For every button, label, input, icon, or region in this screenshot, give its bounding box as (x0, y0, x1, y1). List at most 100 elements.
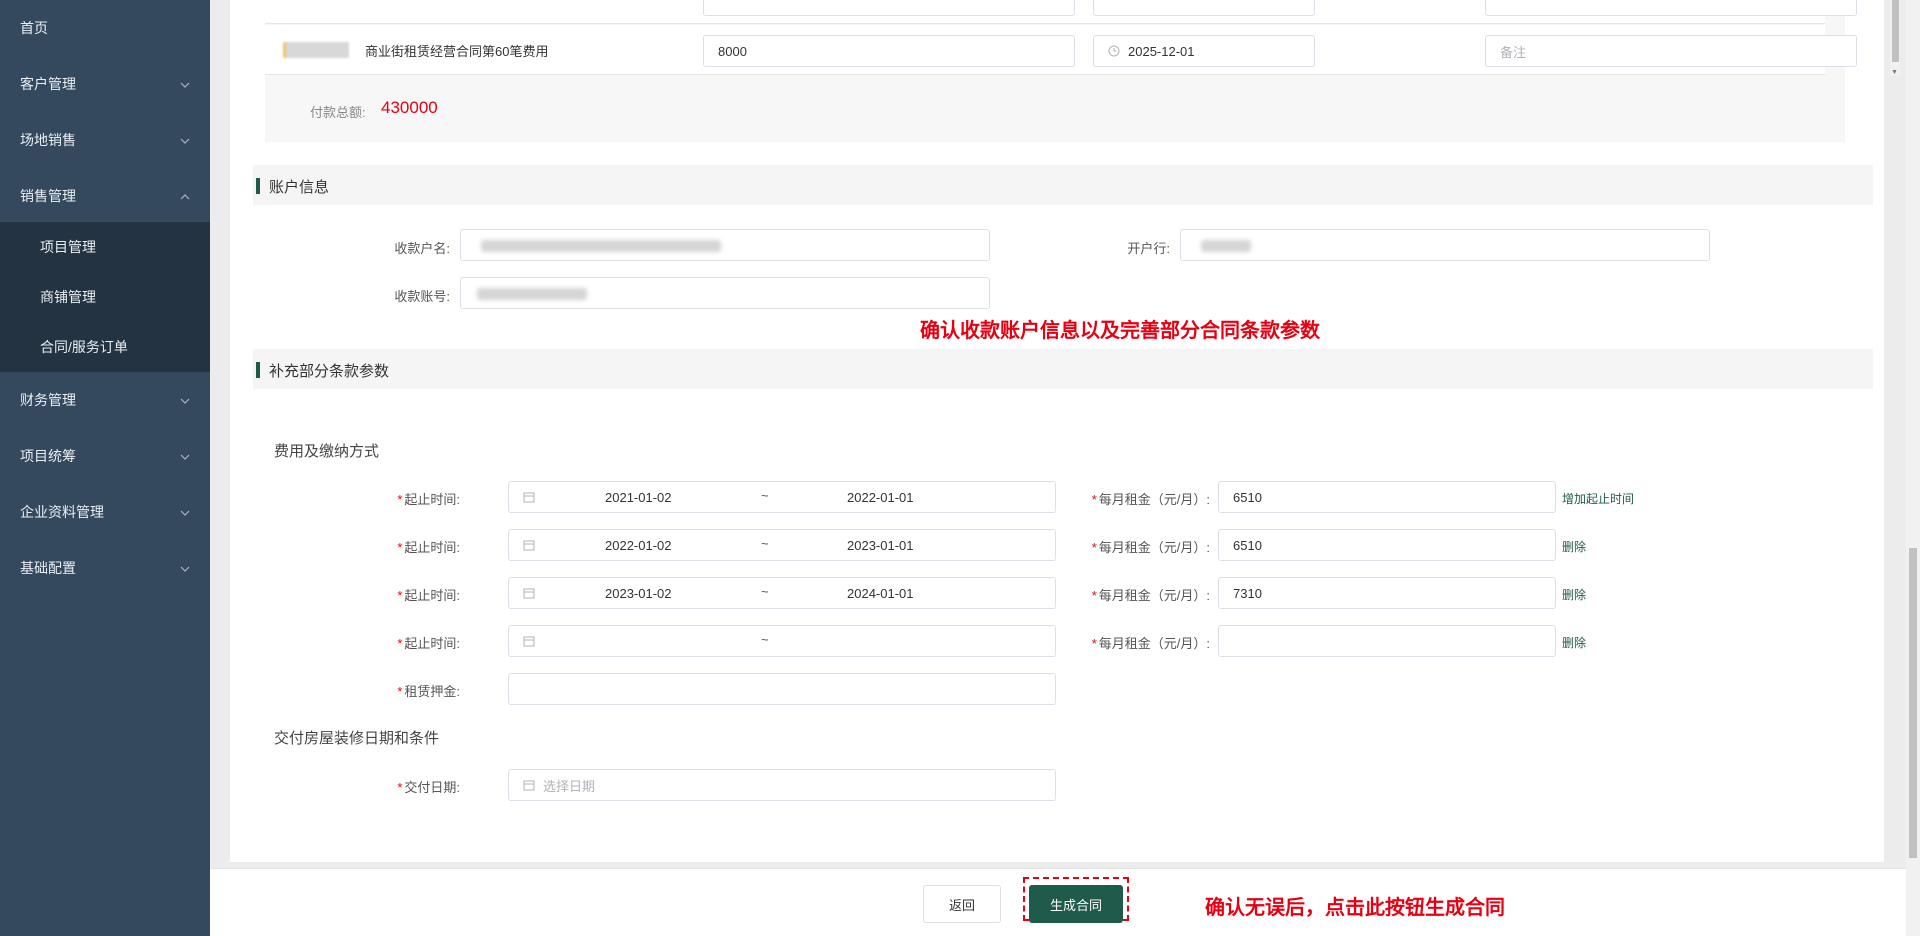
generate-contract-button[interactable]: 生成合同 (1029, 885, 1123, 923)
sidebar-item-project-coordination[interactable]: 项目统筹 (0, 428, 210, 484)
range-separator: ~ (761, 536, 769, 551)
sidebar-item-label: 客户管理 (20, 76, 76, 92)
sidebar-item-label: 企业资料管理 (20, 504, 104, 520)
payment-table: 商业街租赁经营合同第60笔费用 8000 2025-12-01 备注 ▼ 付款总… (265, 0, 1900, 142)
section-marker (256, 178, 260, 194)
amount-input[interactable]: 8000 (703, 35, 1075, 67)
page-scrollbar-thumb[interactable] (1909, 548, 1917, 858)
chevron-down-icon (180, 564, 190, 574)
calendar-icon (523, 587, 535, 599)
period-label: * 起止时间: (397, 588, 460, 603)
rent-value: 6510 (1233, 489, 1262, 505)
sidebar-subitem-label: 合同/服务订单 (40, 339, 128, 355)
range-end: 2024-01-01 (847, 586, 914, 601)
remark-input[interactable] (1485, 0, 1857, 16)
range-separator: ~ (761, 488, 769, 503)
chevron-down-icon (180, 452, 190, 462)
sidebar-item-finance[interactable]: 财务管理 (0, 372, 210, 428)
period-label: * 起止时间: (397, 636, 460, 651)
sidebar-item-venue-sales[interactable]: 场地销售 (0, 112, 210, 168)
section-account-info: 账户信息 (253, 165, 1873, 205)
period-label: * 起止时间: (397, 492, 460, 507)
sidebar-subitem-contract[interactable]: 合同/服务订单 (0, 322, 210, 372)
sidebar-item-customer[interactable]: 客户管理 (0, 56, 210, 112)
range-start: 2023-01-02 (605, 586, 672, 601)
bank-label: 开户行: (1127, 241, 1170, 256)
account-no-input[interactable] (460, 277, 990, 309)
date-input[interactable]: 2025-12-01 (1093, 35, 1315, 67)
delivery-date-placeholder: 选择日期 (543, 778, 596, 794)
deposit-label: * 租赁押金: (397, 684, 460, 699)
period-range-input[interactable]: 2022-01-02 ~ 2023-01-01 (508, 529, 1056, 561)
period-range-input[interactable]: 2021-01-02 ~ 2022-01-01 (508, 481, 1056, 513)
rent-value: 6510 (1233, 537, 1262, 553)
blurred-value (481, 240, 721, 252)
date-value: 2025-12-01 (1128, 43, 1195, 59)
payee-name-input[interactable] (460, 229, 990, 261)
blurred-value (477, 288, 587, 300)
section-supplement: 补充部分条款参数 (253, 349, 1873, 389)
scrollbar-thumb[interactable] (1892, 0, 1899, 62)
annotation-account: 确认收款账户信息以及完善部分合同条款参数 (920, 318, 1320, 342)
blurred-value (1201, 240, 1251, 252)
chevron-up-icon (180, 192, 190, 202)
delivery-date-picker[interactable]: 选择日期 (508, 769, 1056, 801)
deposit-input[interactable] (508, 673, 1056, 705)
delete-link[interactable]: 删除 (1562, 538, 1586, 555)
sidebar-subitem-project[interactable]: 项目管理 (0, 222, 210, 272)
sidebar-item-home[interactable]: 首页 (0, 0, 210, 56)
account-no-label: 收款账号: (394, 289, 450, 304)
sidebar-item-basic-config[interactable]: 基础配置 (0, 540, 210, 596)
rent-label: * 每月租金（元/月）: (1091, 540, 1210, 555)
range-end: 2022-01-01 (847, 490, 914, 505)
add-period-link[interactable]: 增加起止时间 (1562, 490, 1634, 507)
remark-input[interactable]: 备注 (1485, 35, 1857, 67)
sidebar-item-label: 财务管理 (20, 392, 76, 408)
rent-input[interactable]: 6510 (1218, 481, 1556, 513)
section-title: 账户信息 (269, 179, 330, 196)
period-label: * 起止时间: (397, 540, 460, 555)
rent-input[interactable]: 6510 (1218, 529, 1556, 561)
bank-input[interactable] (1180, 229, 1710, 261)
sidebar-subitem-shop[interactable]: 商铺管理 (0, 272, 210, 322)
table-row (265, 0, 1857, 24)
project-logo (283, 42, 349, 58)
form-panel: 商业街租赁经营合同第60笔费用 8000 2025-12-01 备注 ▼ 付款总… (230, 0, 1900, 862)
chevron-down-icon (180, 508, 190, 518)
period-range-input[interactable]: ~ (508, 625, 1056, 657)
delete-link[interactable]: 删除 (1562, 634, 1586, 651)
chevron-down-icon (180, 80, 190, 90)
back-button[interactable]: 返回 (923, 885, 1001, 923)
chevron-down-icon (180, 136, 190, 146)
rent-input[interactable] (1218, 625, 1556, 657)
total-value: 430000 (381, 98, 438, 117)
payee-name-label: 收款户名: (394, 241, 450, 256)
main-content: 商业街租赁经营合同第60笔费用 8000 2025-12-01 备注 ▼ 付款总… (210, 0, 1910, 936)
table-row: 商业街租赁经营合同第60笔费用 8000 2025-12-01 备注 (265, 25, 1857, 75)
sidebar-item-label: 销售管理 (20, 188, 76, 204)
period-range-input[interactable]: 2023-01-02 ~ 2024-01-01 (508, 577, 1056, 609)
calendar-icon (523, 635, 535, 647)
rent-label: * 每月租金（元/月）: (1091, 636, 1210, 651)
delivery-date-label: * 交付日期: (397, 780, 460, 795)
section-marker (256, 362, 260, 378)
page-scrollbar[interactable] (1906, 0, 1920, 936)
rent-input[interactable]: 7310 (1218, 577, 1556, 609)
scroll-down-arrow-icon[interactable]: ▼ (1891, 69, 1898, 76)
sidebar: 首页 客户管理 场地销售 销售管理 项目管理 商铺管理 合同/服务订单 财务管理… (0, 0, 210, 936)
table-scrollbar[interactable]: ▼ (1890, 0, 1900, 76)
range-end: 2023-01-01 (847, 538, 914, 553)
range-start: 2021-01-02 (605, 490, 672, 505)
rent-value: 7310 (1233, 585, 1262, 601)
rent-label: * 每月租金（元/月）: (1091, 492, 1210, 507)
rent-label: * 每月租金（元/月）: (1091, 588, 1210, 603)
date-input[interactable] (1093, 0, 1315, 16)
sidebar-subitem-label: 商铺管理 (40, 289, 96, 305)
delete-link[interactable]: 删除 (1562, 586, 1586, 603)
remark-placeholder: 备注 (1500, 44, 1527, 60)
sidebar-item-enterprise-info[interactable]: 企业资料管理 (0, 484, 210, 540)
sidebar-item-sales-management[interactable]: 销售管理 (0, 168, 210, 224)
chevron-down-icon (180, 396, 190, 406)
footer-bar: 返回 生成合同 确认无误后，点击此按钮生成合同 (210, 868, 1910, 936)
amount-input[interactable] (703, 0, 1075, 16)
